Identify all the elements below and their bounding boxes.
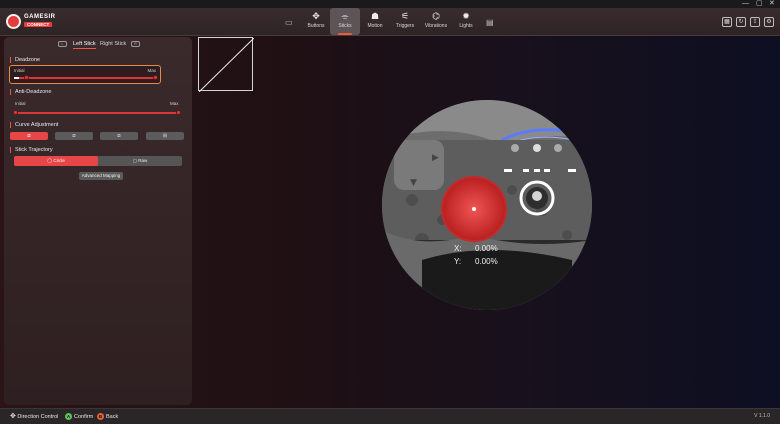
anti-deadzone-track [14,112,180,114]
y-axis-label: Y: [454,257,462,266]
tab-left-stick[interactable]: Left Stick [73,41,96,49]
tab-right-stick[interactable]: Right Stick [100,41,126,47]
stick-visualization: ▶ ▼ X: 0.00% Y: 0.00% [382,100,592,310]
anti-deadzone-initial-label: Initial [15,101,26,106]
top-nav-bar: GAMESIR CONNECT ▭ ✥ Buttons ⌯ Sticks ☗ M… [0,8,780,36]
controller-illustration: ▶ ▼ [382,100,592,310]
left-bumper-icon: L [58,41,67,47]
svg-text:▼: ▼ [410,178,417,188]
trajectory-raw-label: Raw [138,158,148,163]
stick-icon: ⌯ [341,11,349,21]
close-button[interactable]: ✕ [769,0,775,8]
stick-trajectory-title: Stick Trajectory [10,147,53,153]
x-axis-value: 0.00% [475,244,498,253]
x-axis-label: X: [454,244,462,253]
direction-control-label: Direction Control [17,414,59,420]
share-icon[interactable]: ⇪ [750,17,760,27]
tab-motion[interactable]: ☗ Motion [360,8,390,35]
deadzone-max-handle[interactable] [153,75,158,80]
confirm-hint: A Confirm [65,413,93,421]
deadzone-track [14,77,156,79]
tab-vibrations-label: Vibrations [424,23,448,29]
curve-preset-default[interactable]: ⧄ [10,132,48,140]
stick-tabs: L Left Stick Right Stick R [4,41,192,53]
tab-motion-label: Motion [367,23,383,29]
logo-text: GAMESIR [24,14,56,20]
minimize-button[interactable]: — [742,0,749,8]
anti-deadzone-initial-handle[interactable] [13,110,18,115]
macro-icon[interactable]: ▤ [486,18,494,27]
stick-position-dot [472,207,476,211]
tab-sticks-label: Sticks [338,23,352,29]
curve-presets: ⧄ ⧄ ⧄ ⊞ [10,132,186,140]
back-hint: B Back [97,413,118,421]
vibration-icon: ⌬ [432,11,440,21]
motion-icon: ☗ [370,11,380,21]
y-axis-value: 0.00% [475,257,498,266]
direction-control-hint: ✥ Direction Control [10,413,58,421]
tab-sticks[interactable]: ⌯ Sticks [330,8,360,35]
dpad-hint-icon: ✥ [10,413,16,420]
tab-buttons-label: Buttons [307,23,325,29]
anti-deadzone-max-label: Max [170,101,179,106]
tab-buttons[interactable]: ✥ Buttons [301,8,331,35]
tab-lights-label: Lights [459,23,473,29]
trajectory-toggle: ◯ Circle ▢ Raw [14,156,182,166]
tab-vibrations[interactable]: ⌬ Vibrations [421,8,451,35]
curve-preset-custom[interactable]: ⊞ [146,132,184,140]
light-icon: ✹ [462,11,470,21]
b-button-icon: B [97,413,104,421]
a-button-icon: A [65,413,72,421]
deadzone-slider[interactable]: Initial Max [9,65,161,84]
gamesir-logo: GAMESIR CONNECT [6,13,66,31]
anti-deadzone-max-handle[interactable] [176,110,181,115]
dpad-icon: ✥ [312,11,320,21]
svg-text:▶: ▶ [432,153,439,163]
deadzone-initial-thumb[interactable] [14,77,19,79]
deadzone-title: Deadzone [10,57,40,63]
controller-select-icon[interactable]: ▭ [285,18,293,27]
anti-deadzone-title: Anti-Deadzone [10,89,51,95]
footer-bar: ✥ Direction Control A Confirm B Back V 1.1… [0,408,780,424]
logo-badge-icon [6,14,21,29]
curve-preset-2[interactable]: ⧄ [55,132,93,140]
curve-line-graph [198,37,255,93]
trajectory-raw-option[interactable]: ▢ Raw [98,156,182,166]
confirm-label: Confirm [74,414,94,420]
window-titlebar [0,0,780,8]
deadzone-max-label: Max [147,68,156,73]
back-label: Back [106,414,119,420]
profile-icon[interactable]: ▦ [722,17,732,27]
curve-adjustment-title: Curve Adjustment [10,122,58,128]
tab-triggers-label: Triggers [395,23,415,29]
trigger-icon: ⚟ [400,11,410,21]
advanced-mapping-button[interactable]: Advanced Mapping [79,172,123,180]
trajectory-circle-label: Circle [53,158,65,163]
tab-lights[interactable]: ✹ Lights [451,8,481,35]
curve-preview [198,37,255,93]
stick-settings-panel: L Left Stick Right Stick R Deadzone Init… [4,37,192,405]
version-text: V 1.1.0 [754,413,770,419]
maximize-button[interactable]: ▢ [756,0,763,8]
tab-triggers[interactable]: ⚟ Triggers [390,8,420,35]
sync-icon[interactable]: ↻ [736,17,746,27]
deadzone-initial-label: Initial [14,68,25,73]
trajectory-circle-option[interactable]: ◯ Circle [14,156,98,166]
logo-subtext: CONNECT [24,22,53,27]
settings-icon[interactable]: ⚙ [764,17,774,27]
curve-preset-3[interactable]: ⧄ [100,132,138,140]
right-bumper-icon: R [131,41,140,47]
deadzone-initial-handle[interactable] [24,75,29,80]
